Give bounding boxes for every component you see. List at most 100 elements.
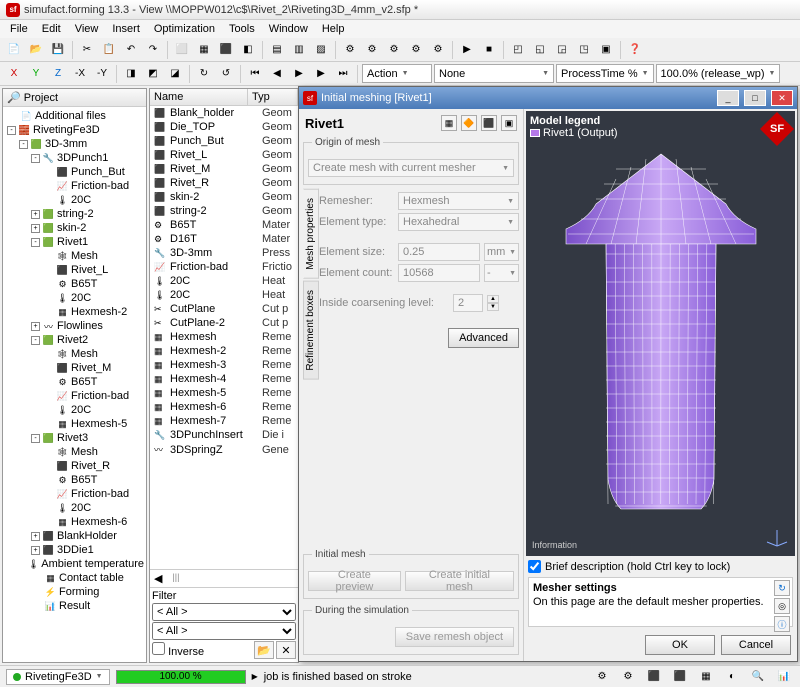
list-item[interactable]: 🌡20CHeat (150, 274, 298, 288)
mesh1-icon[interactable]: ▤ (267, 40, 287, 60)
elemsize-unit[interactable]: mm▼ (484, 243, 519, 261)
tree-node[interactable]: 📈Friction-bad (5, 179, 144, 193)
list-item[interactable]: ⬛Rivet_RGeom (150, 176, 298, 190)
view2-icon[interactable]: ▦ (194, 40, 214, 60)
cfg3-icon[interactable]: ⚙ (384, 40, 404, 60)
tree-node[interactable]: 🕸Mesh (5, 347, 144, 361)
tree-node[interactable]: 🕸Mesh (5, 249, 144, 263)
axis-nx-icon[interactable]: -X (70, 64, 90, 84)
list-item[interactable]: 🔧3D-3mmPress (150, 246, 298, 260)
list-item[interactable]: ✂CutPlaneCut p (150, 302, 298, 316)
list-item[interactable]: 🔧3DPunchInsertDie i (150, 428, 298, 442)
tree-node[interactable]: 📈Friction-bad (5, 389, 144, 403)
menu-edit[interactable]: Edit (36, 22, 67, 36)
rot2-icon[interactable]: ↺ (216, 64, 236, 84)
filter-select2[interactable]: < All > (152, 622, 296, 640)
help-info-icon[interactable]: ⓘ (774, 616, 790, 632)
origin-combo[interactable]: Create mesh with current mesher▼ (308, 159, 514, 177)
tree-node[interactable]: 🌡20C (5, 193, 144, 207)
filter-select1[interactable]: < All > (152, 603, 296, 621)
tree-node[interactable]: ⚙B65T (5, 375, 144, 389)
menu-tools[interactable]: Tools (223, 22, 261, 36)
col-type[interactable]: Typ (248, 89, 298, 105)
tree-node[interactable]: -🟩Rivet1 (5, 235, 144, 249)
sb-icon8[interactable]: 📊 (774, 667, 794, 687)
field-combo[interactable]: None▼ (434, 64, 554, 83)
tree-node[interactable]: 📊Result (5, 599, 144, 613)
tree-node[interactable]: 🌡20C (5, 403, 144, 417)
list-item[interactable]: ⚙B65TMater (150, 218, 298, 232)
list-item[interactable]: ⬛Rivet_MGeom (150, 162, 298, 176)
iso1-icon[interactable]: ◨ (121, 64, 141, 84)
list-item[interactable]: 🌡20CHeat (150, 288, 298, 302)
help-refresh-icon[interactable]: ↻ (774, 580, 790, 596)
list-item[interactable]: ▦Hexmesh-2Reme (150, 344, 298, 358)
stop-icon[interactable]: ■ (479, 40, 499, 60)
tab-mesh-properties[interactable]: Mesh properties (303, 189, 319, 279)
play-icon[interactable]: ▶ (289, 64, 309, 84)
menu-view[interactable]: View (69, 22, 105, 36)
close-button[interactable]: ✕ (771, 90, 793, 106)
status-process[interactable]: RivetingFe3D ▼ (6, 669, 110, 685)
minimize-button[interactable]: _ (717, 90, 739, 106)
menu-optimization[interactable]: Optimization (148, 22, 221, 36)
list-item[interactable]: ⬛Punch_ButGeom (150, 134, 298, 148)
iso2-icon[interactable]: ◩ (143, 64, 163, 84)
sb-icon2[interactable]: ⚙ (618, 667, 638, 687)
elemsize-field[interactable]: 0.25 (398, 243, 480, 261)
menu-window[interactable]: Window (263, 22, 314, 36)
win4-icon[interactable]: ◳ (574, 40, 594, 60)
tree-node[interactable]: 🌡20C (5, 291, 144, 305)
list-item[interactable]: 📈Friction-badFrictio (150, 260, 298, 274)
list-item[interactable]: ▦Hexmesh-4Reme (150, 372, 298, 386)
new-icon[interactable]: 📄 (4, 40, 24, 60)
menu-help[interactable]: Help (316, 22, 351, 36)
list-item[interactable]: ⬛Rivet_LGeom (150, 148, 298, 162)
list-item[interactable]: ⚙D16TMater (150, 232, 298, 246)
sb-icon5[interactable]: ▦ (696, 667, 716, 687)
obj-btn4-icon[interactable]: ▣ (501, 115, 517, 131)
undo-icon[interactable]: ↶ (121, 40, 141, 60)
tree-node[interactable]: -🟩Rivet3 (5, 431, 144, 445)
axis-z-icon[interactable]: Z (48, 64, 68, 84)
field2-combo[interactable]: ProcessTime %▼ (556, 64, 654, 83)
cfg1-icon[interactable]: ⚙ (340, 40, 360, 60)
coarse-spin[interactable]: 2 (453, 294, 483, 312)
brief-desc-check[interactable] (528, 560, 541, 573)
tree-node[interactable]: -🟩3D-3mm (5, 137, 144, 151)
zoom-combo[interactable]: 100.0% (release_wp)▼ (656, 64, 781, 83)
cfg2-icon[interactable]: ⚙ (362, 40, 382, 60)
tree-node[interactable]: +🟩skin-2 (5, 221, 144, 235)
axis-x-icon[interactable]: X (4, 64, 24, 84)
cancel-button[interactable]: Cancel (721, 635, 791, 655)
run-icon[interactable]: ▶ (457, 40, 477, 60)
inverse-check[interactable]: Inverse (152, 642, 204, 658)
tree-node[interactable]: 📈Friction-bad (5, 487, 144, 501)
dialog-title-bar[interactable]: sf Initial meshing [Rivet1] _ □ ✕ (299, 87, 797, 109)
tree-node[interactable]: 📄Additional files (5, 109, 144, 123)
list-item[interactable]: ⬛Die_TOPGeom (150, 120, 298, 134)
save-icon[interactable]: 💾 (48, 40, 68, 60)
tree-node[interactable]: +〰Flowlines (5, 319, 144, 333)
mesh2-icon[interactable]: ▥ (289, 40, 309, 60)
tree-node[interactable]: ⚙B65T (5, 473, 144, 487)
create-initial-mesh-button[interactable]: Create initial mesh (405, 571, 514, 591)
axis-y-icon[interactable]: Y (26, 64, 46, 84)
mesh-viewport[interactable]: Model legend Rivet1 (Output) SF Informat… (526, 111, 795, 556)
obj-btn2-icon[interactable]: 🔶 (461, 115, 477, 131)
obj-btn3-icon[interactable]: ⬛ (481, 115, 497, 131)
view1-icon[interactable]: ⬜ (172, 40, 192, 60)
iso3-icon[interactable]: ◪ (165, 64, 185, 84)
tree-node[interactable]: 🌡20C (5, 501, 144, 515)
sb-icon6[interactable]: ◐ (722, 667, 742, 687)
tree-node[interactable]: 🌡Ambient temperature (5, 557, 144, 571)
win3-icon[interactable]: ◲ (552, 40, 572, 60)
cfg5-icon[interactable]: ⚙ (428, 40, 448, 60)
prev-icon[interactable]: ◀ (267, 64, 287, 84)
axis-ny-icon[interactable]: -Y (92, 64, 112, 84)
cfg4-icon[interactable]: ⚙ (406, 40, 426, 60)
list-item[interactable]: ▦Hexmesh-6Reme (150, 400, 298, 414)
list-item[interactable]: ▦Hexmesh-7Reme (150, 414, 298, 428)
sb-icon1[interactable]: ⚙ (592, 667, 612, 687)
tree-node[interactable]: +🟩string-2 (5, 207, 144, 221)
